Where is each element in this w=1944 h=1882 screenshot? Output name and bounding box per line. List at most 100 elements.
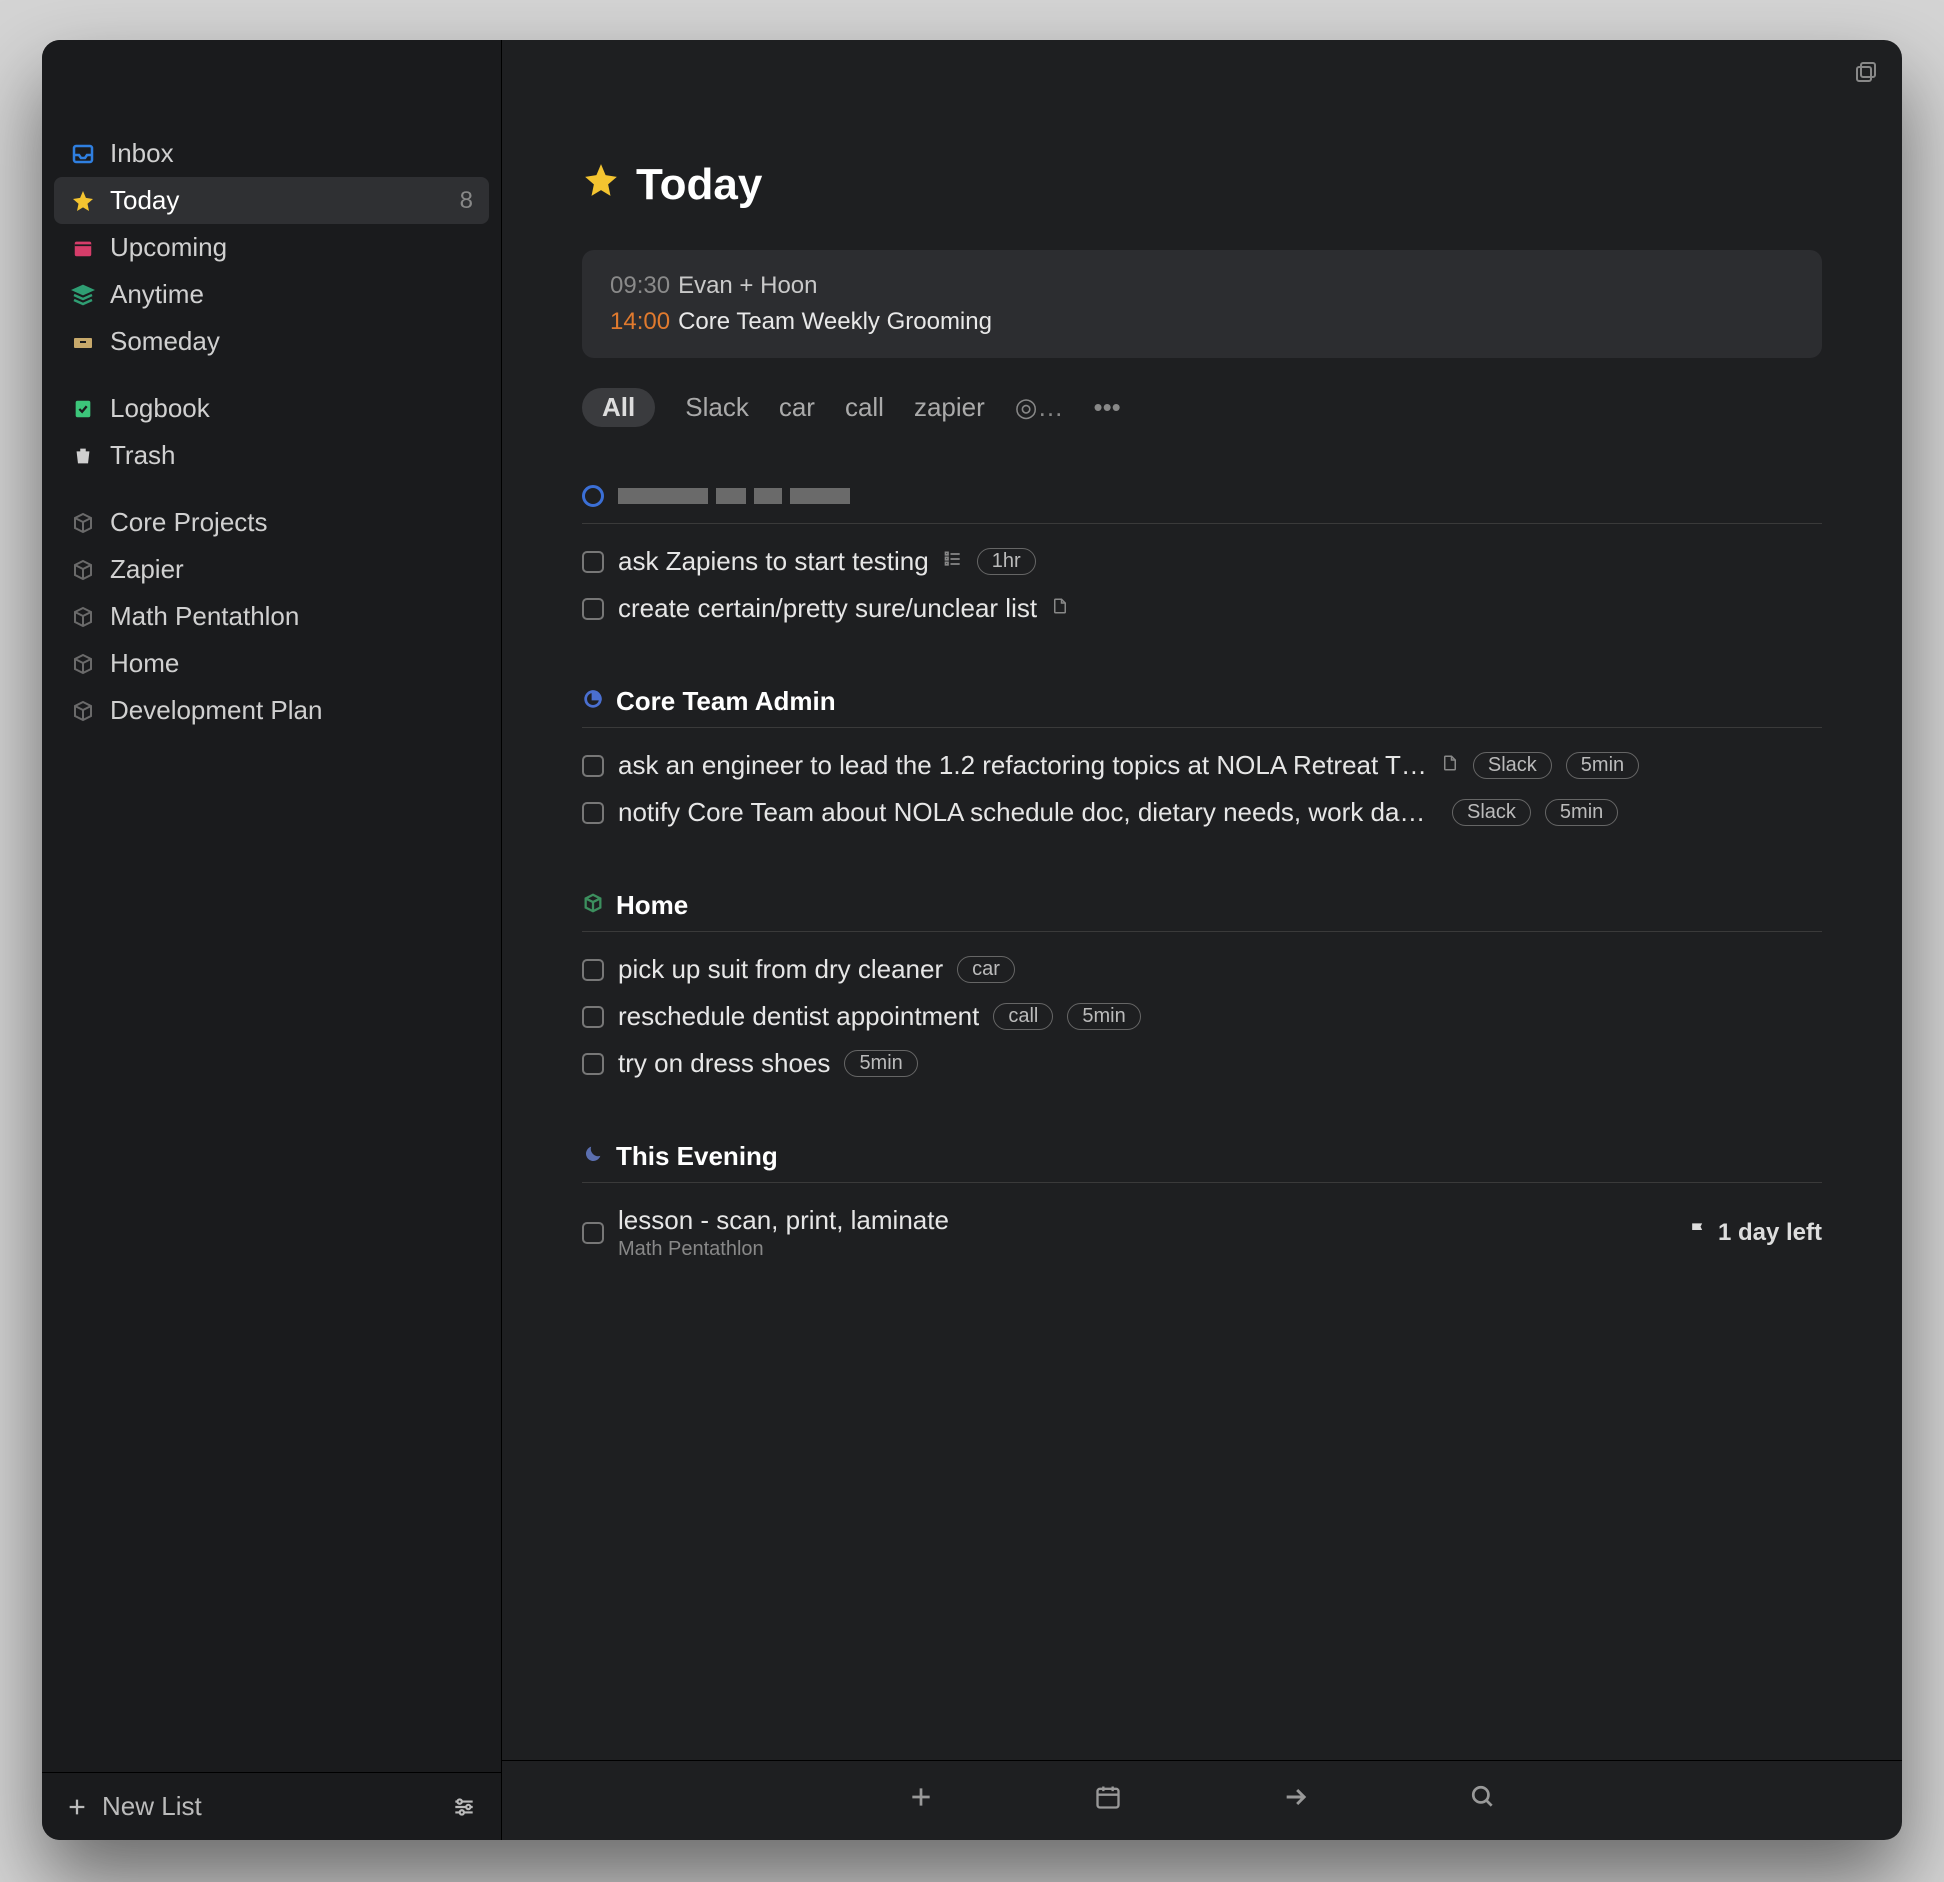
tag-pill[interactable]: Slack <box>1452 799 1531 826</box>
redacted-title <box>618 488 850 504</box>
task-title: create certain/pretty sure/unclear list <box>618 593 1037 624</box>
event-time: 14:00 <box>610 308 670 335</box>
filter-all[interactable]: All <box>582 388 655 427</box>
task-row[interactable]: reschedule dentist appointmentcall5min <box>582 993 1822 1040</box>
calendar-icon <box>70 237 96 259</box>
task-checkbox[interactable] <box>582 1053 604 1075</box>
move-button[interactable] <box>1282 1783 1310 1818</box>
area-icon <box>70 699 96 723</box>
sidebar-area-zapier[interactable]: Zapier <box>54 546 489 593</box>
group-header[interactable]: Core Team Admin <box>582 686 1822 728</box>
sidebar-area-development-plan[interactable]: Development Plan <box>54 687 489 734</box>
group-title: This Evening <box>616 1141 778 1172</box>
filter-tag-call[interactable]: call <box>845 392 884 423</box>
task-title: ask Zapiens to start testing <box>618 546 929 577</box>
checklist-icon <box>943 549 963 575</box>
task-checkbox[interactable] <box>582 1222 604 1244</box>
new-list-button[interactable]: New List <box>102 1791 202 1822</box>
sidebar-item-label: Home <box>110 648 179 679</box>
sidebar-item-inbox[interactable]: Inbox <box>54 130 489 177</box>
group-header[interactable]: This Evening <box>582 1141 1822 1183</box>
sidebar-item-label: Core Projects <box>110 507 268 538</box>
stack-icon <box>70 283 96 307</box>
task-title: notify Core Team about NOLA schedule doc… <box>618 797 1438 828</box>
star-icon <box>70 189 96 213</box>
task-title: lesson - scan, print, laminate <box>618 1205 949 1236</box>
filter-tag-slack[interactable]: Slack <box>685 392 749 423</box>
sidebar-item-today[interactable]: Today 8 <box>54 177 489 224</box>
calendar-button[interactable] <box>1094 1783 1122 1818</box>
sidebar-item-logbook[interactable]: Logbook <box>54 385 489 432</box>
tag-pill[interactable]: 1hr <box>977 548 1036 575</box>
new-task-button[interactable] <box>908 1784 934 1817</box>
sidebar-item-upcoming[interactable]: Upcoming <box>54 224 489 271</box>
calendar-events[interactable]: 09:30 Evan + Hoon 14:00Core Team Weekly Gr… <box>582 250 1822 358</box>
task-group-core-team-admin: Core Team Admin ask an engineer to lead t… <box>582 686 1822 836</box>
tag-pill[interactable]: 5min <box>844 1050 917 1077</box>
task-title: ask an engineer to lead the 1.2 refactor… <box>618 750 1427 781</box>
task-checkbox[interactable] <box>582 598 604 620</box>
task-row[interactable]: try on dress shoes5min <box>582 1040 1822 1087</box>
task-row[interactable] <box>582 477 1822 515</box>
task-row[interactable]: lesson - scan, print, laminateMath Penta… <box>582 1197 1822 1269</box>
task-row[interactable]: pick up suit from dry cleaner car <box>582 946 1822 993</box>
filter-tag-zapier[interactable]: zapier <box>914 392 985 423</box>
tag-pill[interactable]: car <box>957 956 1015 983</box>
star-icon <box>582 160 620 210</box>
task-checkbox[interactable] <box>582 755 604 777</box>
area-icon <box>70 558 96 582</box>
calendar-event[interactable]: 14:00Core Team Weekly Grooming <box>610 304 1794 340</box>
task-checkbox[interactable] <box>582 1006 604 1028</box>
sidebar-footer: New List <box>42 1772 501 1840</box>
sidebar-item-label: Someday <box>110 326 220 357</box>
sidebar-area-math-pentathlon[interactable]: Math Pentathlon <box>54 593 489 640</box>
sidebar-area-home[interactable]: Home <box>54 640 489 687</box>
filter-target-icon[interactable]: ◎… <box>1015 392 1064 423</box>
group-header[interactable]: Home <box>582 890 1822 932</box>
calendar-event[interactable]: 09:30 Evan + Hoon <box>610 268 1794 304</box>
search-button[interactable] <box>1470 1784 1496 1817</box>
task-row[interactable]: create certain/pretty sure/unclear list <box>582 585 1822 632</box>
filter-more-icon[interactable]: ••• <box>1093 392 1120 423</box>
inbox-icon <box>70 142 96 166</box>
task-checkbox[interactable] <box>582 959 604 981</box>
sidebar-item-anytime[interactable]: Anytime <box>54 271 489 318</box>
sidebar-item-someday[interactable]: Someday <box>54 318 489 365</box>
group-title: Home <box>616 890 688 921</box>
task-row[interactable]: notify Core Team about NOLA schedule doc… <box>582 789 1822 836</box>
note-icon <box>1441 754 1459 778</box>
sidebar-area-core-projects[interactable]: Core Projects <box>54 499 489 546</box>
task-group-redacted: ask Zapiens to start testing 1hr create ce… <box>582 477 1822 632</box>
project-checkbox[interactable] <box>582 485 604 507</box>
task-checkbox[interactable] <box>582 551 604 573</box>
tag-pill[interactable]: call <box>993 1003 1053 1030</box>
sidebar-item-trash[interactable]: Trash <box>54 432 489 479</box>
task-row[interactable]: ask Zapiens to start testing 1hr <box>582 538 1822 585</box>
tag-pill[interactable]: 5min <box>1067 1003 1140 1030</box>
task-row[interactable]: ask an engineer to lead the 1.2 refactor… <box>582 742 1822 789</box>
sidebar-item-label: Inbox <box>110 138 174 169</box>
moon-icon <box>582 1141 604 1172</box>
event-time: 09:30 <box>610 272 670 299</box>
filter-tag-car[interactable]: car <box>779 392 815 423</box>
task-title: pick up suit from dry cleaner <box>618 954 943 985</box>
page-title: Today <box>582 160 1822 210</box>
tag-pill[interactable]: Slack <box>1473 752 1552 779</box>
area-icon <box>70 652 96 676</box>
sidebar-item-label: Anytime <box>110 279 204 310</box>
sidebar-item-label: Math Pentathlon <box>110 601 299 632</box>
sidebar-item-label: Logbook <box>110 393 210 424</box>
plus-icon[interactable] <box>66 1796 88 1818</box>
box-icon <box>582 890 604 921</box>
tag-pill[interactable]: 5min <box>1545 799 1618 826</box>
tag-pill[interactable]: 5min <box>1566 752 1639 779</box>
task-subtitle: Math Pentathlon <box>618 1238 949 1261</box>
settings-icon[interactable] <box>451 1794 477 1820</box>
app-window: Inbox Today 8 Upcoming Anytime Someday L… <box>42 40 1902 1840</box>
event-title: Evan + Hoon <box>678 272 817 299</box>
area-icon <box>70 511 96 535</box>
task-checkbox[interactable] <box>582 802 604 824</box>
bottom-toolbar <box>502 1760 1902 1840</box>
sidebar-item-label: Trash <box>110 440 176 471</box>
task-group-home: Homepick up suit from dry cleanercarresc… <box>582 890 1822 1087</box>
